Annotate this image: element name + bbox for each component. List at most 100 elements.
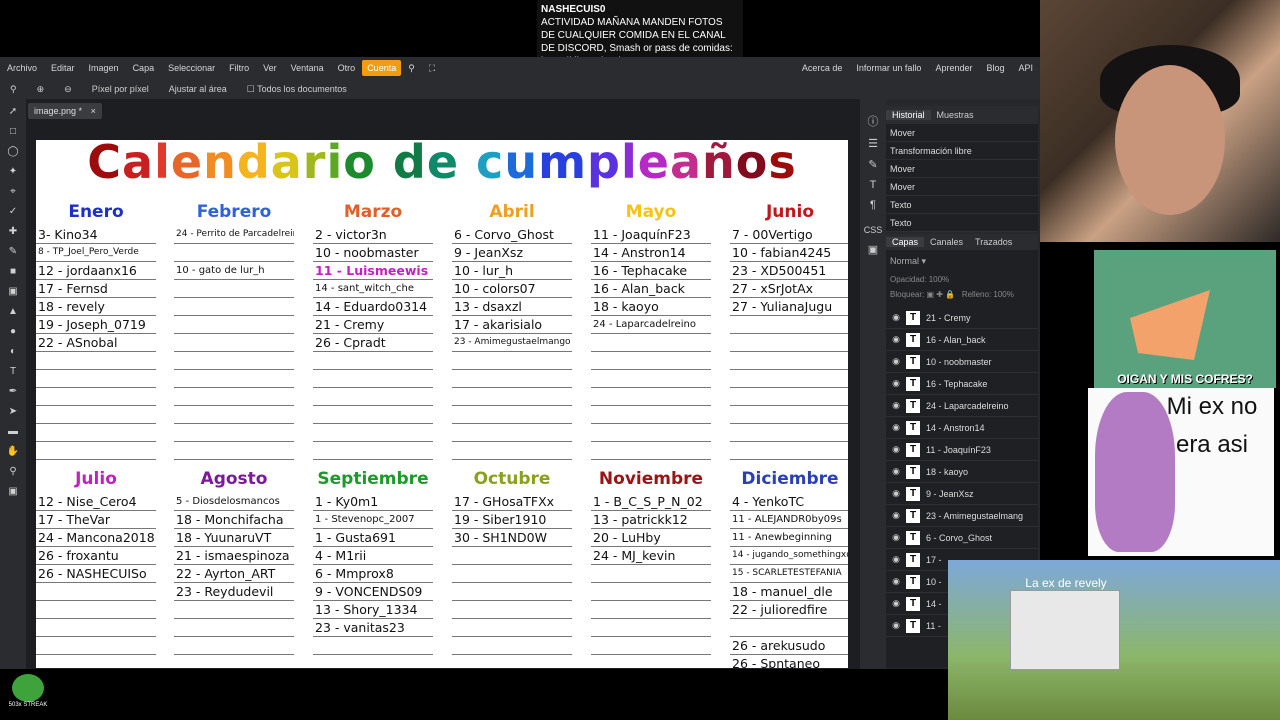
- menu-filtro[interactable]: Filtro: [222, 63, 256, 73]
- layer-row[interactable]: ◉ T 16 - Tephacake: [886, 373, 1038, 395]
- eye-icon[interactable]: ◉: [886, 422, 906, 433]
- path-select-tool-icon[interactable]: ➤: [6, 405, 20, 419]
- history-item[interactable]: Transformación libre: [886, 142, 1038, 160]
- menu-otro[interactable]: Otro: [331, 63, 363, 73]
- dodge-tool-icon[interactable]: ◐: [6, 345, 20, 359]
- eye-icon[interactable]: ◉: [886, 444, 906, 455]
- brush-tool-icon[interactable]: ✎: [6, 245, 20, 259]
- search-icon[interactable]: ⚲: [401, 63, 422, 74]
- stamp-tool-icon[interactable]: ■: [6, 265, 20, 279]
- eye-icon[interactable]: ◉: [886, 400, 906, 411]
- tab-muestras[interactable]: Muestras: [931, 110, 980, 120]
- tab-capas[interactable]: Capas: [886, 237, 925, 247]
- type-tool-icon[interactable]: T: [6, 365, 20, 379]
- opacity-value[interactable]: 100%: [929, 275, 949, 284]
- birthday-entry: [730, 334, 848, 352]
- tab-trazados[interactable]: Trazados: [969, 237, 1018, 247]
- fill-value[interactable]: 100%: [993, 290, 1013, 299]
- blend-mode-select[interactable]: Normal ▾: [886, 250, 1038, 273]
- pen-tool-icon[interactable]: ✒: [6, 385, 20, 399]
- layer-row[interactable]: ◉ T 6 - Corvo_Ghost: [886, 527, 1038, 549]
- character-icon[interactable]: T: [860, 179, 886, 191]
- layer-row[interactable]: ◉ T 9 - JeanXsz: [886, 483, 1038, 505]
- eye-icon[interactable]: ◉: [886, 620, 906, 631]
- layer-row[interactable]: ◉ T 11 - JoaquínF23: [886, 439, 1038, 461]
- menu-api[interactable]: API: [1011, 63, 1040, 73]
- menu-imagen[interactable]: Imagen: [82, 63, 126, 73]
- eye-icon[interactable]: ◉: [886, 576, 906, 587]
- eye-icon[interactable]: ◉: [886, 598, 906, 609]
- eye-icon[interactable]: ◉: [886, 554, 906, 565]
- all-docs-checkbox[interactable]: ☐ Todos los documentos: [237, 84, 357, 95]
- history-item[interactable]: Mover: [886, 160, 1038, 178]
- bucket-tool-icon[interactable]: ▲: [6, 305, 20, 319]
- eraser-tool-icon[interactable]: ▣: [6, 285, 20, 299]
- menu-acerca[interactable]: Acerca de: [795, 63, 850, 73]
- eye-icon[interactable]: ◉: [886, 378, 906, 389]
- menu-cuenta[interactable]: Cuenta: [362, 60, 402, 76]
- month-name: Septiembre: [317, 469, 429, 489]
- eye-icon[interactable]: ◉: [886, 532, 906, 543]
- birthday-entry: 10 - colors07: [452, 280, 572, 298]
- menu-aprender[interactable]: Aprender: [928, 63, 979, 73]
- history-item[interactable]: Mover: [886, 178, 1038, 196]
- hand-tool-icon[interactable]: ✋: [6, 445, 20, 459]
- layer-row[interactable]: ◉ T 21 - Cremy: [886, 307, 1038, 329]
- crop-tool-icon[interactable]: ⌖: [6, 185, 20, 199]
- pixel-button[interactable]: Píxel por píxel: [82, 84, 159, 94]
- eyedropper-tool-icon[interactable]: ✓: [6, 205, 20, 219]
- history-item[interactable]: Mover: [886, 124, 1038, 142]
- eye-icon[interactable]: ◉: [886, 312, 906, 323]
- menu-editar[interactable]: Editar: [44, 63, 82, 73]
- zoom-tool-icon[interactable]: ⚲: [6, 465, 20, 479]
- sliders-icon[interactable]: ☰: [860, 137, 886, 150]
- document-tab[interactable]: image.png * ×: [28, 103, 102, 119]
- move-tool-icon[interactable]: ➚: [6, 105, 20, 119]
- css-icon[interactable]: CSS: [860, 225, 886, 235]
- layer-row[interactable]: ◉ T 14 - Anstron14: [886, 417, 1038, 439]
- menu-archivo[interactable]: Archivo: [0, 63, 44, 73]
- layer-row[interactable]: ◉ T 10 - noobmaster: [886, 351, 1038, 373]
- zoom-out-icon[interactable]: ⊖: [54, 84, 82, 95]
- birthday-entry: [313, 655, 433, 668]
- info-icon[interactable]: ⓘ: [860, 113, 886, 129]
- history-item[interactable]: Texto: [886, 214, 1038, 232]
- zoom-in-icon[interactable]: ⊕: [27, 84, 55, 95]
- layer-row[interactable]: ◉ T 16 - Alan_back: [886, 329, 1038, 351]
- eye-icon[interactable]: ◉: [886, 488, 906, 499]
- birthday-entry: 23 - Reydudevil: [174, 583, 294, 601]
- eye-icon[interactable]: ◉: [886, 466, 906, 477]
- menu-capa[interactable]: Capa: [126, 63, 162, 73]
- image-icon[interactable]: ▣: [860, 243, 886, 256]
- wand-tool-icon[interactable]: ✦: [6, 165, 20, 179]
- tab-historial[interactable]: Historial: [886, 110, 931, 120]
- marquee-tool-icon[interactable]: □: [6, 125, 20, 139]
- menu-blog[interactable]: Blog: [979, 63, 1011, 73]
- shape-tool-icon[interactable]: ▬: [6, 425, 20, 439]
- eye-icon[interactable]: ◉: [886, 334, 906, 345]
- image-canvas[interactable]: Calendario de cumpleaños Enero 3- Kino34 8…: [36, 140, 848, 668]
- heal-tool-icon[interactable]: ✚: [6, 225, 20, 239]
- close-icon[interactable]: ×: [91, 106, 96, 116]
- menu-seleccionar[interactable]: Seleccionar: [161, 63, 222, 73]
- lasso-tool-icon[interactable]: ◯: [6, 145, 20, 159]
- history-item[interactable]: Texto: [886, 196, 1038, 214]
- search-icon[interactable]: ⚲: [0, 84, 27, 95]
- title-letter: p: [587, 140, 621, 189]
- brush-icon[interactable]: ✎: [860, 158, 886, 171]
- fullscreen-icon[interactable]: ⛶: [422, 63, 442, 74]
- eye-icon[interactable]: ◉: [886, 356, 906, 367]
- color-swatch-icon[interactable]: ▣: [6, 485, 20, 499]
- eye-icon[interactable]: ◉: [886, 510, 906, 521]
- layer-row[interactable]: ◉ T 23 - Amimegustaelmang: [886, 505, 1038, 527]
- layer-row[interactable]: ◉ T 24 - Laparcadelreino: [886, 395, 1038, 417]
- text-layer-icon: T: [906, 530, 920, 545]
- blur-tool-icon[interactable]: ●: [6, 325, 20, 339]
- layer-row[interactable]: ◉ T 18 - kaoyo: [886, 461, 1038, 483]
- tab-canales[interactable]: Canales: [924, 237, 969, 247]
- menu-ventana[interactable]: Ventana: [284, 63, 331, 73]
- menu-informar[interactable]: Informar un fallo: [849, 63, 928, 73]
- paragraph-icon[interactable]: ¶: [860, 199, 886, 211]
- fit-button[interactable]: Ajustar al área: [159, 84, 237, 94]
- menu-ver[interactable]: Ver: [256, 63, 284, 73]
